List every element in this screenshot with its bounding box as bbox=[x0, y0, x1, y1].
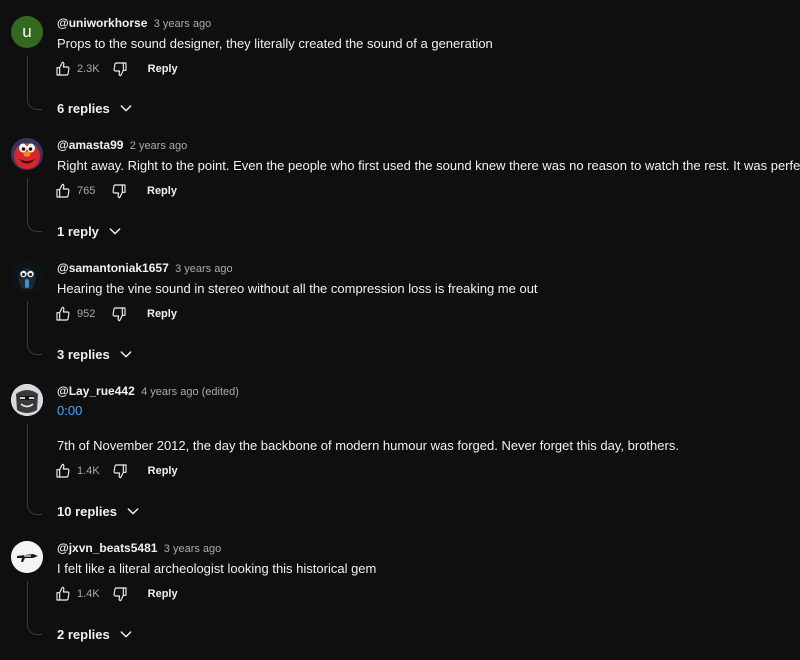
reply-button[interactable]: Reply bbox=[147, 185, 177, 197]
dislike-button[interactable] bbox=[108, 582, 132, 606]
comment-text: I felt like a literal archeologist looki… bbox=[57, 561, 377, 576]
comment-actions: 1.4K Reply bbox=[51, 580, 178, 608]
thumb-down-icon bbox=[112, 184, 126, 199]
chevron-down-icon bbox=[118, 100, 134, 116]
comment-author[interactable]: @amasta99 bbox=[57, 138, 123, 152]
comment-header: @samantoniak1657 3 years ago bbox=[57, 259, 233, 278]
like-button[interactable] bbox=[51, 582, 75, 606]
thread-line bbox=[27, 424, 42, 515]
comment-text: Props to the sound designer, they litera… bbox=[57, 36, 493, 51]
reply-button[interactable]: Reply bbox=[148, 588, 178, 600]
comment-time[interactable]: 3 years ago bbox=[154, 18, 211, 30]
thumb-up-icon bbox=[56, 463, 70, 478]
comment-time[interactable]: 2 years ago bbox=[130, 140, 187, 152]
comment-header: @amasta99 2 years ago bbox=[57, 136, 187, 155]
thumb-down-icon bbox=[113, 464, 127, 479]
avatar[interactable]: u bbox=[11, 16, 43, 48]
thumb-up-icon bbox=[56, 306, 70, 321]
view-replies-button[interactable]: 3 replies bbox=[57, 344, 134, 364]
view-replies-button[interactable]: 10 replies bbox=[57, 501, 141, 521]
comment-text: Hearing the vine sound in stereo without… bbox=[57, 281, 538, 296]
comment-header: @uniworkhorse 3 years ago bbox=[57, 14, 211, 33]
dislike-button[interactable] bbox=[108, 459, 132, 483]
timestamp-link[interactable]: 0:00 bbox=[57, 402, 82, 420]
like-count: 1.4K bbox=[77, 465, 100, 477]
comment-author[interactable]: @jxvn_beats5481 bbox=[57, 541, 157, 555]
comment-text: Right away. Right to the point. Even the… bbox=[57, 158, 800, 173]
thread-line bbox=[27, 301, 42, 355]
replies-label: 10 replies bbox=[57, 503, 117, 519]
dislike-button[interactable] bbox=[107, 302, 131, 326]
comment-time[interactable]: 4 years ago (edited) bbox=[141, 386, 239, 398]
creature-avatar-icon bbox=[11, 261, 43, 293]
like-button[interactable] bbox=[51, 302, 75, 326]
view-replies-button[interactable]: 6 replies bbox=[57, 98, 134, 118]
replies-label: 2 replies bbox=[57, 626, 110, 642]
reply-button[interactable]: Reply bbox=[147, 308, 177, 320]
comment-text: 7th of November 2012, the day the backbo… bbox=[57, 438, 679, 453]
dislike-button[interactable] bbox=[107, 179, 131, 203]
thumb-up-icon bbox=[56, 61, 70, 76]
dislike-button[interactable] bbox=[108, 57, 132, 81]
comment-author[interactable]: @samantoniak1657 bbox=[57, 261, 169, 275]
chevron-down-icon bbox=[118, 346, 134, 362]
view-replies-button[interactable]: 1 reply bbox=[57, 221, 123, 241]
replies-label: 3 replies bbox=[57, 346, 110, 362]
reply-button[interactable]: Reply bbox=[148, 63, 178, 75]
thread-line bbox=[27, 56, 42, 110]
logo-avatar-icon bbox=[11, 541, 43, 573]
chevron-down-icon bbox=[118, 626, 134, 642]
thumb-down-icon bbox=[113, 62, 127, 77]
like-count: 2.3K bbox=[77, 63, 100, 75]
like-count: 1.4K bbox=[77, 588, 100, 600]
comment-header: @Lay_rue442 4 years ago (edited) bbox=[57, 382, 239, 401]
comment-author[interactable]: @Lay_rue442 bbox=[57, 384, 135, 398]
comment-actions: 1.4K Reply bbox=[51, 457, 178, 485]
like-count: 952 bbox=[77, 308, 96, 320]
avatar[interactable] bbox=[11, 541, 43, 573]
thumb-up-icon bbox=[56, 183, 70, 198]
like-button[interactable] bbox=[51, 179, 75, 203]
thumb-down-icon bbox=[113, 587, 127, 602]
like-count: 765 bbox=[77, 185, 96, 197]
thumb-down-icon bbox=[112, 307, 126, 322]
avatar[interactable] bbox=[11, 261, 43, 293]
comment-header: @jxvn_beats5481 3 years ago bbox=[57, 539, 221, 558]
chevron-down-icon bbox=[107, 223, 123, 239]
replies-label: 6 replies bbox=[57, 100, 110, 116]
comment-author[interactable]: @uniworkhorse bbox=[57, 16, 147, 30]
comment-actions: 2.3K Reply bbox=[51, 55, 178, 83]
thread-line bbox=[27, 581, 42, 635]
elmo-avatar-icon bbox=[11, 138, 43, 170]
thumb-up-icon bbox=[56, 586, 70, 601]
chevron-down-icon bbox=[125, 503, 141, 519]
reply-button[interactable]: Reply bbox=[148, 465, 178, 477]
view-replies-button[interactable]: 2 replies bbox=[57, 624, 134, 644]
avatar[interactable] bbox=[11, 138, 43, 170]
cartoon-face-avatar-icon bbox=[11, 384, 43, 416]
like-button[interactable] bbox=[51, 57, 75, 81]
avatar[interactable] bbox=[11, 384, 43, 416]
comment-time[interactable]: 3 years ago bbox=[175, 263, 232, 275]
comment-time[interactable]: 3 years ago bbox=[164, 543, 221, 555]
thread-line bbox=[27, 178, 42, 232]
comment-actions: 765 Reply bbox=[51, 177, 177, 205]
comment-actions: 952 Reply bbox=[51, 300, 177, 328]
like-button[interactable] bbox=[51, 459, 75, 483]
replies-label: 1 reply bbox=[57, 223, 99, 239]
